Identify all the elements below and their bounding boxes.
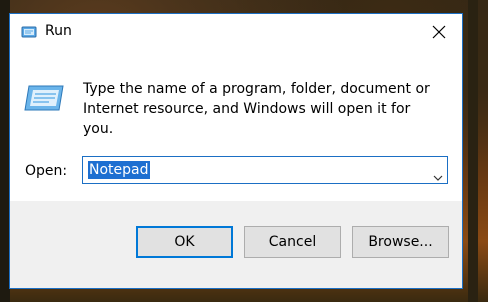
open-input-value[interactable]: Notepad — [88, 161, 150, 179]
browse-button[interactable]: Browse... — [352, 226, 449, 258]
dialog-content: Type the name of a program, folder, docu… — [10, 50, 462, 201]
run-program-icon — [23, 82, 65, 114]
run-app-icon — [21, 24, 38, 39]
button-bar: OK Cancel Browse... — [10, 201, 462, 288]
cancel-button[interactable]: Cancel — [244, 226, 341, 258]
open-label: Open: — [25, 163, 68, 179]
ok-button[interactable]: OK — [136, 226, 233, 258]
run-dialog: Run Type the name of a program, folder, … — [9, 13, 463, 289]
window-title: Run — [45, 23, 72, 39]
chevron-down-icon[interactable] — [433, 166, 443, 185]
dialog-description: Type the name of a program, folder, docu… — [83, 81, 430, 137]
close-icon — [432, 25, 446, 39]
open-combobox[interactable]: Notepad — [82, 156, 448, 184]
close-button[interactable] — [416, 14, 462, 50]
title-bar[interactable]: Run — [10, 14, 462, 50]
desktop-tree — [468, 0, 478, 302]
